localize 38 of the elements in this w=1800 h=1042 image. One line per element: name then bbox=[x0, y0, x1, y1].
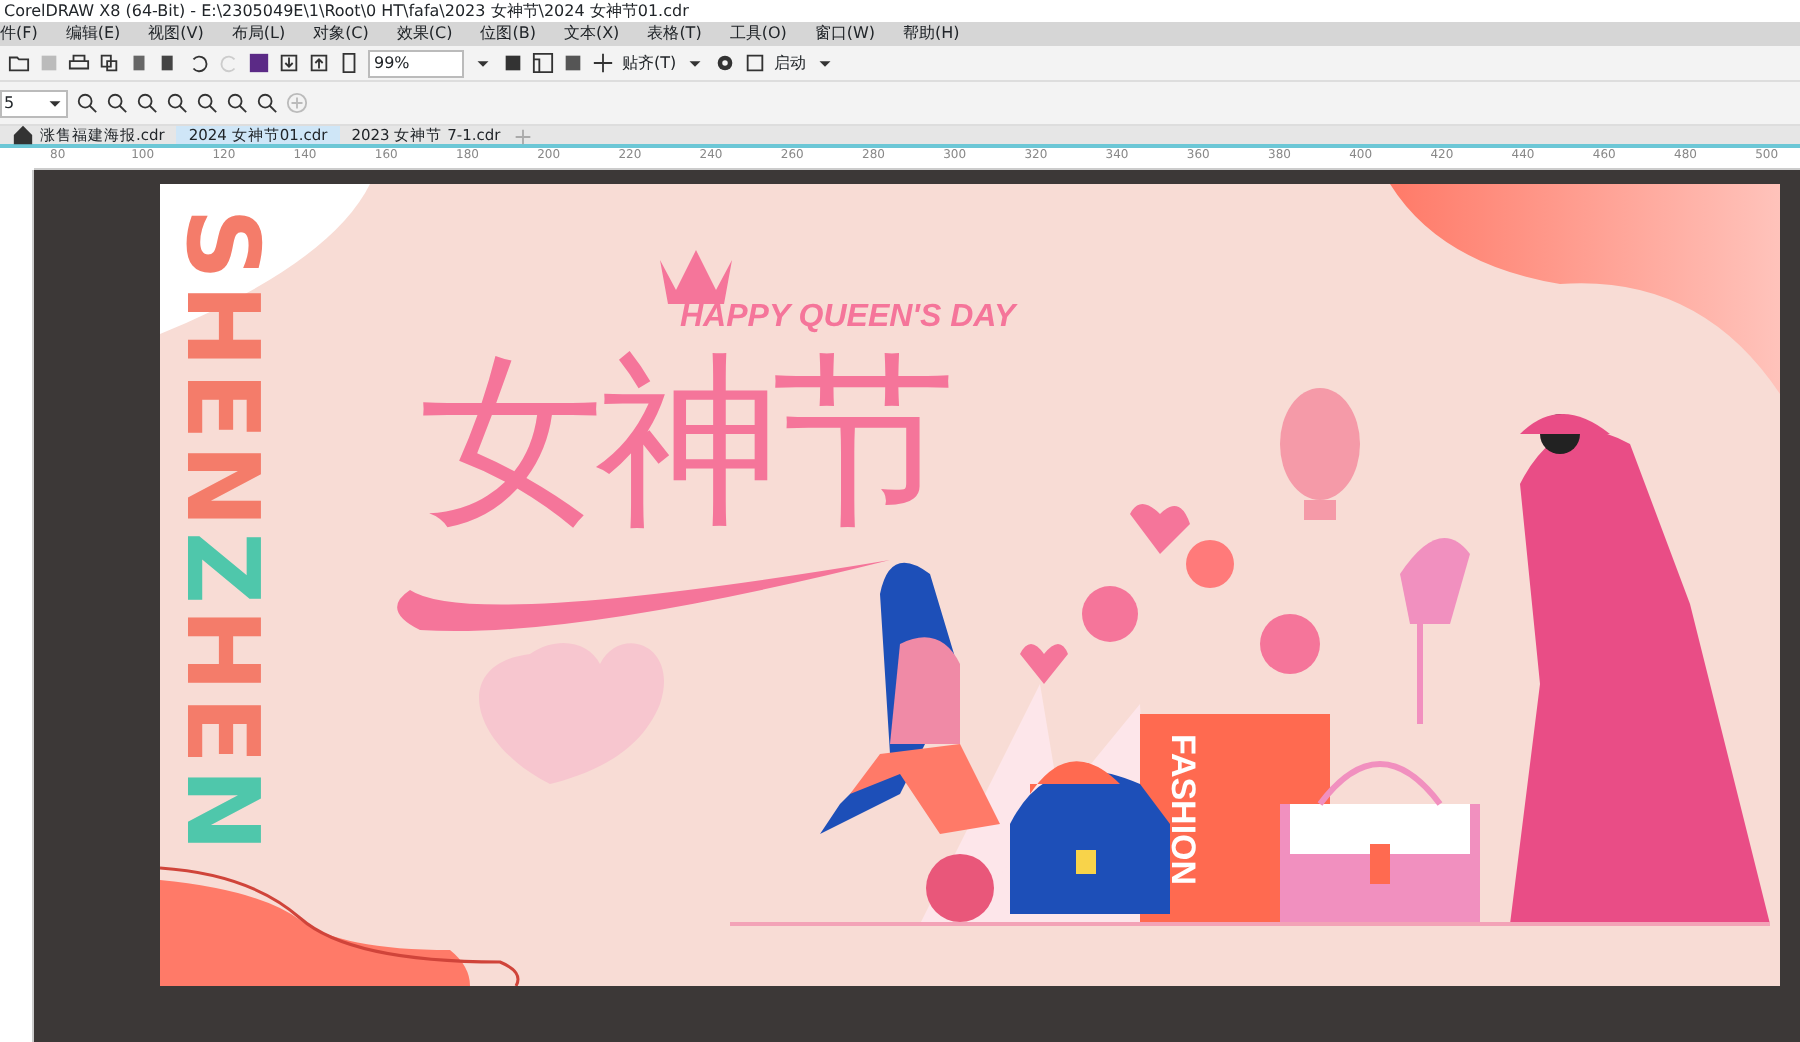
zoom-in-icon[interactable] bbox=[76, 92, 98, 114]
zoom-out-icon[interactable] bbox=[106, 92, 128, 114]
poster-title: 女神节 bbox=[420, 334, 948, 548]
rulers-icon[interactable] bbox=[532, 52, 554, 74]
undo-icon[interactable] bbox=[188, 52, 210, 74]
export-icon[interactable] bbox=[308, 52, 330, 74]
menu-item[interactable]: 位图(B) bbox=[480, 22, 536, 46]
crown-icon bbox=[660, 250, 732, 304]
zoom-height-icon[interactable] bbox=[256, 92, 278, 114]
print-icon[interactable] bbox=[68, 52, 90, 74]
snap-dropdown[interactable]: 贴齐(T) bbox=[622, 51, 677, 75]
zoom-all-icon[interactable] bbox=[166, 92, 188, 114]
open-icon[interactable] bbox=[8, 52, 30, 74]
menu-item[interactable]: 窗口(W) bbox=[814, 22, 876, 46]
window-title: CorelDRAW X8 (64-Bit) - E:\2305049E\1\Root\0 HT\fafa\2023 女神节\2024 女神节01.cdr bbox=[2, 0, 691, 22]
zoom-page-icon[interactable] bbox=[196, 92, 218, 114]
menu-item[interactable]: 文本(X) bbox=[563, 22, 620, 46]
zoom-field[interactable]: 99% bbox=[368, 49, 464, 77]
field-value: 5 bbox=[4, 91, 15, 115]
menu-item[interactable]: 编辑(E) bbox=[65, 22, 121, 46]
poster-subtitle: HAPPY QUEEN'S DAY bbox=[680, 300, 1016, 334]
zoom-selected-icon[interactable] bbox=[136, 92, 158, 114]
copy-icon[interactable] bbox=[98, 52, 120, 74]
menu-item[interactable]: 件(F) bbox=[0, 22, 38, 46]
menu-item[interactable]: 帮助(H) bbox=[903, 22, 960, 46]
menu-item[interactable]: 表格(T) bbox=[647, 22, 702, 46]
import-icon[interactable] bbox=[278, 52, 300, 74]
zoom-width-icon[interactable] bbox=[226, 92, 248, 114]
guidelines-icon[interactable] bbox=[592, 52, 614, 74]
launch-dropdown[interactable]: 启动 bbox=[774, 51, 807, 75]
menu-item[interactable]: 布局(L) bbox=[231, 22, 286, 46]
bag-text: FASHION bbox=[1164, 734, 1202, 886]
size-field[interactable]: 5 bbox=[0, 89, 68, 117]
menu-item[interactable]: 对象(C) bbox=[313, 22, 369, 46]
menu-item[interactable]: 效果(C) bbox=[396, 22, 453, 46]
menu-item[interactable]: 工具(O) bbox=[729, 22, 787, 46]
menu-item[interactable]: 视图(V) bbox=[148, 22, 204, 46]
vertical-text: SHENZHEN bbox=[164, 208, 280, 856]
